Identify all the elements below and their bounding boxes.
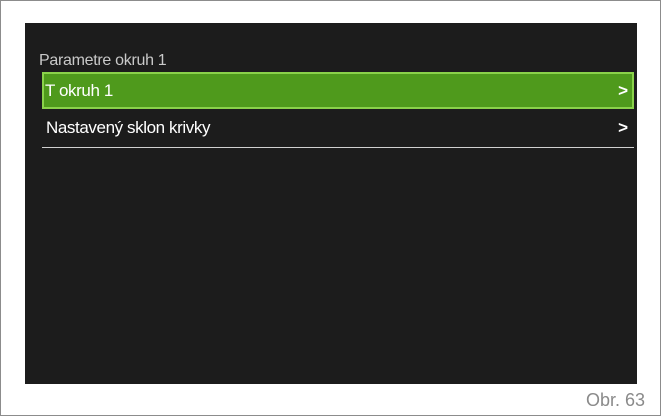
menu-item-nastaveny-sklon-krivky[interactable]: Nastavený sklon krivky > <box>42 109 634 148</box>
menu-item-label: Nastavený sklon krivky <box>46 118 211 137</box>
chevron-right-icon: > <box>618 80 628 100</box>
figure-caption: Obr. 63 <box>585 390 645 410</box>
figure-frame: Parametre okruh 1 T okruh 1 > Nastavený … <box>0 0 661 416</box>
page-title: Parametre okruh 1 <box>39 52 167 69</box>
chevron-right-icon: > <box>618 118 628 137</box>
parameter-menu: T okruh 1 > Nastavený sklon krivky > <box>42 72 634 148</box>
device-screen: Parametre okruh 1 T okruh 1 > Nastavený … <box>25 23 637 384</box>
menu-item-t-okruh-1[interactable]: T okruh 1 > <box>42 72 634 109</box>
menu-item-label: T okruh 1 <box>45 80 113 100</box>
